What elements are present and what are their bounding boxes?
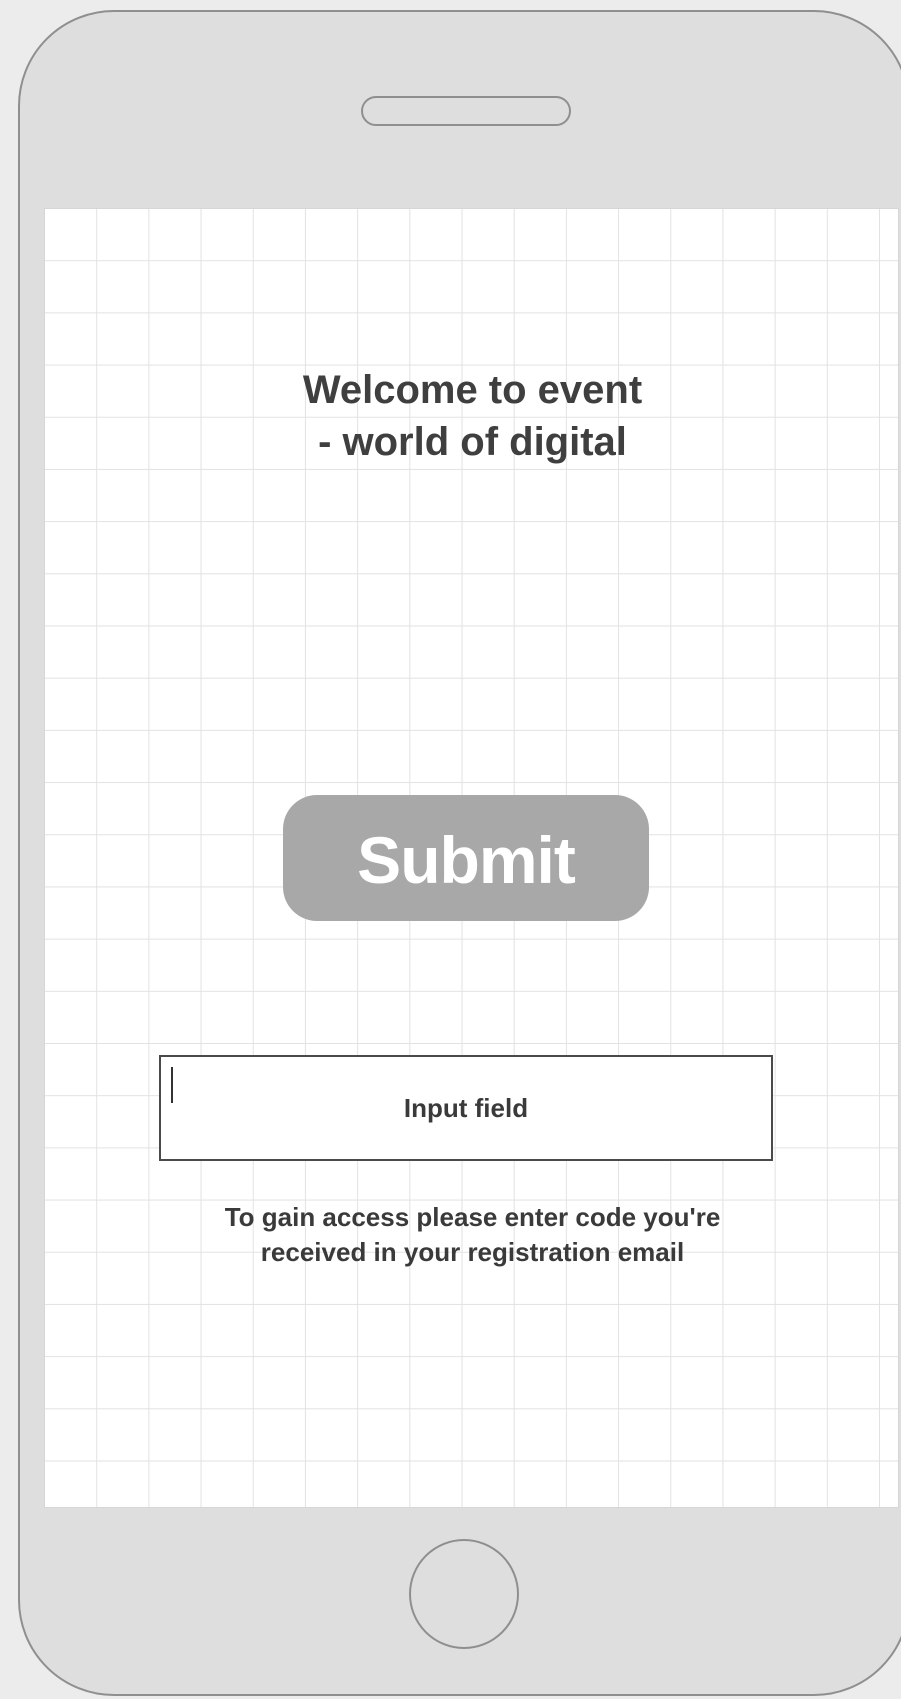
- welcome-title-line: Welcome to event: [302, 368, 643, 412]
- welcome-title: Welcome to event - world of digital: [45, 364, 900, 468]
- speaker-slot: [361, 96, 571, 126]
- app-screen: Welcome to event - world of digital Subm…: [44, 208, 899, 1508]
- submit-button[interactable]: Submit: [283, 795, 649, 921]
- help-text-line: received in your registration email: [260, 1237, 685, 1267]
- phone-frame: Welcome to event - world of digital Subm…: [18, 10, 901, 1696]
- welcome-title-line: - world of digital: [318, 420, 627, 464]
- help-text-line: To gain access please enter code you're: [224, 1202, 721, 1232]
- submit-button-label: Submit: [357, 823, 576, 897]
- access-help-text: To gain access please enter code you're …: [45, 1200, 900, 1270]
- input-placeholder: Input field: [403, 1092, 529, 1123]
- home-button[interactable]: [409, 1539, 519, 1649]
- access-code-input[interactable]: Input field: [159, 1055, 773, 1161]
- text-cursor: [171, 1067, 173, 1103]
